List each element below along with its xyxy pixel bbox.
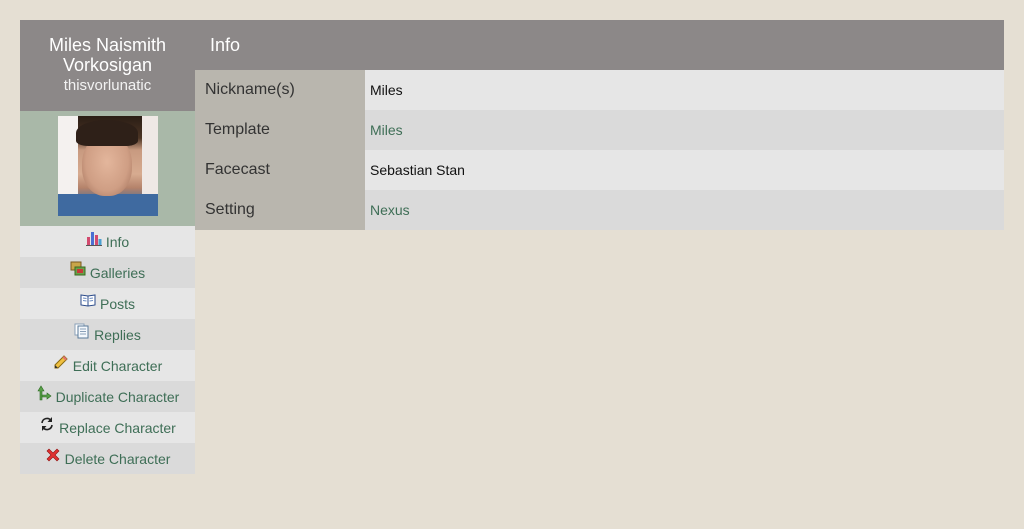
menu-item-label: Galleries	[89, 264, 146, 281]
setting-link[interactable]: Nexus	[370, 202, 410, 218]
info-label: Facecast	[195, 150, 365, 190]
refresh-icon	[39, 416, 55, 432]
info-value-cell: Nexus	[365, 190, 1004, 230]
menu-item-info[interactable]: Info	[20, 226, 195, 257]
template-link[interactable]: Miles	[370, 122, 403, 138]
info-value-cell: Miles	[365, 110, 1004, 150]
menu-item-replace-character[interactable]: Replace Character	[20, 412, 195, 443]
info-value: Sebastian Stan	[365, 150, 1004, 190]
menu-item-label: Info	[105, 233, 130, 250]
character-name: Miles Naismith Vorkosigan	[48, 35, 167, 75]
avatar-container	[20, 111, 195, 226]
book-icon	[80, 292, 96, 308]
gallery-icon	[70, 261, 86, 277]
info-row-template: Template Miles	[195, 110, 1004, 150]
info-value: Miles	[365, 70, 1004, 110]
page-title: Info	[195, 20, 1004, 70]
menu-item-label: Posts	[99, 295, 135, 312]
info-label: Nickname(s)	[195, 70, 365, 110]
character-username[interactable]: thisvorlunatic	[20, 76, 195, 96]
menu-item-edit-character[interactable]: Edit Character	[20, 350, 195, 381]
duplicate-arrow-icon	[36, 384, 52, 401]
menu-item-galleries[interactable]: Galleries	[20, 257, 195, 288]
info-label: Template	[195, 110, 365, 150]
menu-item-label: Replies	[94, 326, 141, 343]
menu-item-delete-character[interactable]: Delete Character	[20, 443, 195, 474]
replies-icon	[74, 323, 90, 339]
chart-icon	[85, 230, 102, 246]
character-header: Miles Naismith Vorkosigan thisvorlunatic	[20, 20, 195, 111]
info-row-facecast: Facecast Sebastian Stan	[195, 150, 1004, 190]
menu-item-replies[interactable]: Replies	[20, 319, 195, 350]
menu-item-label: Edit Character	[72, 357, 163, 374]
menu-item-posts[interactable]: Posts	[20, 288, 195, 319]
character-avatar	[58, 116, 158, 216]
character-sidebar: Miles Naismith Vorkosigan thisvorlunatic…	[20, 20, 195, 474]
delete-x-icon	[45, 447, 61, 463]
character-info-panel: Info Nickname(s) Miles Template Miles Fa…	[195, 20, 1004, 230]
menu-item-label: Delete Character	[64, 450, 171, 467]
info-label: Setting	[195, 190, 365, 230]
pencil-icon	[53, 354, 69, 370]
info-row-setting: Setting Nexus	[195, 190, 1004, 230]
menu-item-duplicate-character[interactable]: Duplicate Character	[20, 381, 195, 412]
info-row-nicknames: Nickname(s) Miles	[195, 70, 1004, 110]
menu-item-label: Duplicate Character	[55, 388, 180, 405]
menu-item-label: Replace Character	[59, 419, 176, 436]
